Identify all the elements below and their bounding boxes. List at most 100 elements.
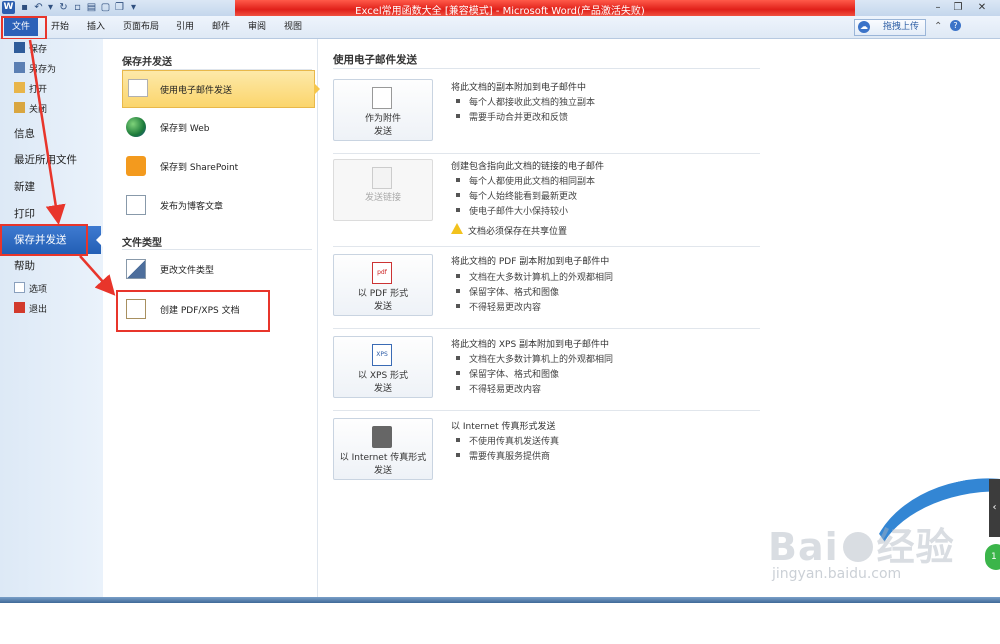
- option-email-label: 使用电子邮件发送: [160, 86, 233, 96]
- tab-insert[interactable]: 插入: [87, 19, 105, 35]
- help-icon[interactable]: ?: [950, 20, 961, 31]
- nav-print[interactable]: 打印: [14, 205, 35, 223]
- restore-icon[interactable]: ❐: [950, 1, 966, 14]
- panel-title: 使用电子邮件发送: [333, 54, 417, 66]
- bullet-item: 不使用传真机发送传真: [456, 434, 559, 447]
- bullet-item: 保留字体、格式和图像: [456, 367, 559, 380]
- cloud-icon: ☁: [858, 21, 870, 33]
- watermark-jingyan: 经验: [876, 525, 955, 569]
- pdf-icon: pdf: [372, 262, 392, 284]
- option-save-to-sharepoint[interactable]: 保存到 SharePoint: [122, 149, 314, 185]
- open-icon[interactable]: ▤: [86, 2, 97, 13]
- warning-icon: [451, 223, 463, 234]
- tab-review[interactable]: 审阅: [248, 19, 266, 35]
- redo-icon[interactable]: ↻: [58, 2, 69, 13]
- option-change-file-type[interactable]: 更改文件类型: [122, 252, 314, 288]
- tab-references[interactable]: 引用: [176, 19, 194, 35]
- send-link-button[interactable]: 发送链接: [333, 159, 433, 221]
- nav-recent[interactable]: 最近所用文件: [14, 151, 77, 169]
- option-change-type-label: 更改文件类型: [160, 266, 215, 276]
- tab-page-layout[interactable]: 页面布局: [123, 19, 159, 35]
- option-divider: [333, 328, 760, 329]
- nav-open[interactable]: 打开: [14, 82, 47, 98]
- option-email-send[interactable]: 使用电子邮件发送: [122, 70, 315, 108]
- section-heading-file-types: 文件类型: [122, 238, 162, 249]
- option-sharepoint-label: 保存到 SharePoint: [160, 163, 239, 173]
- taskbar: [0, 597, 1000, 603]
- side-panel-handle[interactable]: ‹: [989, 479, 1000, 537]
- button-label-line1: 以 Internet 传真形式: [339, 453, 427, 463]
- option-save-to-web[interactable]: 保存到 Web: [122, 110, 314, 146]
- panel-title-divider: [333, 68, 760, 69]
- bullet-item: 每个人始终能看到最新更改: [456, 189, 577, 202]
- nav-save-label: 保存: [29, 45, 48, 55]
- paw-icon: [842, 532, 873, 562]
- option-blog-label: 发布为博客文章: [160, 202, 224, 212]
- tab-view[interactable]: 视图: [284, 19, 302, 35]
- option-divider: [333, 246, 760, 247]
- globe-icon: [126, 117, 146, 137]
- nav-help[interactable]: 帮助: [14, 257, 35, 275]
- bullet-item: 文档在大多数计算机上的外观都相同: [456, 352, 613, 365]
- print-preview-icon[interactable]: ▫: [72, 2, 83, 13]
- green-badge-icon[interactable]: 1: [985, 544, 1000, 570]
- sharepoint-icon: [126, 156, 146, 176]
- option-description: 将此文档的 PDF 副本附加到电子邮件中: [451, 257, 610, 267]
- send-as-pdf-button[interactable]: pdf 以 PDF 形式 发送: [333, 254, 433, 316]
- nav-exit-label: 退出: [29, 305, 48, 315]
- bullet-item: 文档在大多数计算机上的外观都相同: [456, 270, 613, 283]
- button-label-line1: 发送链接: [364, 193, 401, 203]
- copy-icon[interactable]: ❐: [114, 2, 125, 13]
- tab-home[interactable]: 开始: [51, 19, 69, 35]
- blog-icon: [126, 195, 146, 215]
- options-icon: [14, 282, 25, 293]
- exit-icon: [14, 302, 25, 313]
- fax-icon: [372, 426, 392, 448]
- option-description: 将此文档的副本附加到电子邮件中: [451, 83, 587, 93]
- send-as-xps-button[interactable]: XPS 以 XPS 形式 发送: [333, 336, 433, 398]
- save-icon: [14, 42, 25, 53]
- nav-active-pointer: [96, 233, 103, 247]
- nav-save[interactable]: 保存: [14, 42, 47, 58]
- new-doc-icon[interactable]: ▢: [100, 2, 111, 13]
- bullet-item: 需要手动合并更改和反馈: [456, 110, 568, 123]
- nav-close[interactable]: 关闭: [14, 102, 47, 118]
- backstage-nav: [0, 39, 104, 599]
- close-folder-icon: [14, 102, 25, 113]
- collapse-ribbon-icon[interactable]: ⌃: [934, 21, 942, 32]
- tab-mailings[interactable]: 邮件: [212, 19, 230, 35]
- dropdown-icon[interactable]: ▾: [45, 2, 56, 13]
- button-label-line2: 发送: [373, 302, 392, 312]
- warning-text: 文档必须保存在共享位置: [468, 227, 568, 237]
- nav-options[interactable]: 选项: [14, 282, 47, 298]
- attachment-icon: [372, 87, 392, 109]
- upload-button-label: 拖拽上传: [883, 22, 920, 32]
- nav-open-label: 打开: [29, 85, 48, 95]
- word-app-icon[interactable]: W: [2, 1, 15, 14]
- nav-exit[interactable]: 退出: [14, 302, 47, 318]
- section-divider: [122, 249, 312, 250]
- save-as-icon: [14, 62, 25, 73]
- email-icon: [128, 79, 148, 97]
- send-as-attachment-button[interactable]: 作为附件 发送: [333, 79, 433, 141]
- close-window-icon[interactable]: ✕: [974, 1, 990, 14]
- minimize-icon[interactable]: –: [930, 1, 946, 14]
- button-label-line1: 作为附件: [364, 114, 401, 124]
- option-publish-blog[interactable]: 发布为博客文章: [122, 188, 314, 224]
- save-icon[interactable]: ▪: [19, 2, 30, 13]
- nav-info[interactable]: 信息: [14, 125, 35, 143]
- nav-new[interactable]: 新建: [14, 178, 35, 196]
- bullet-item: 需要传真服务提供商: [456, 449, 550, 462]
- section-heading-save-send: 保存并发送: [122, 57, 172, 68]
- xps-icon: XPS: [372, 344, 392, 366]
- nav-save-as[interactable]: 另存为: [14, 62, 56, 78]
- nav-options-label: 选项: [29, 285, 48, 295]
- nav-save-as-label: 另存为: [29, 65, 57, 75]
- bullet-item: 使电子邮件大小保持较小: [456, 204, 568, 217]
- undo-icon[interactable]: ↶: [33, 2, 44, 13]
- button-label-line2: 发送: [373, 384, 392, 394]
- link-icon: [372, 167, 392, 189]
- send-as-internet-fax-button[interactable]: 以 Internet 传真形式 发送: [333, 418, 433, 480]
- upload-button[interactable]: ☁ 拖拽上传: [854, 19, 926, 36]
- customize-qat-icon[interactable]: ▾: [128, 2, 139, 13]
